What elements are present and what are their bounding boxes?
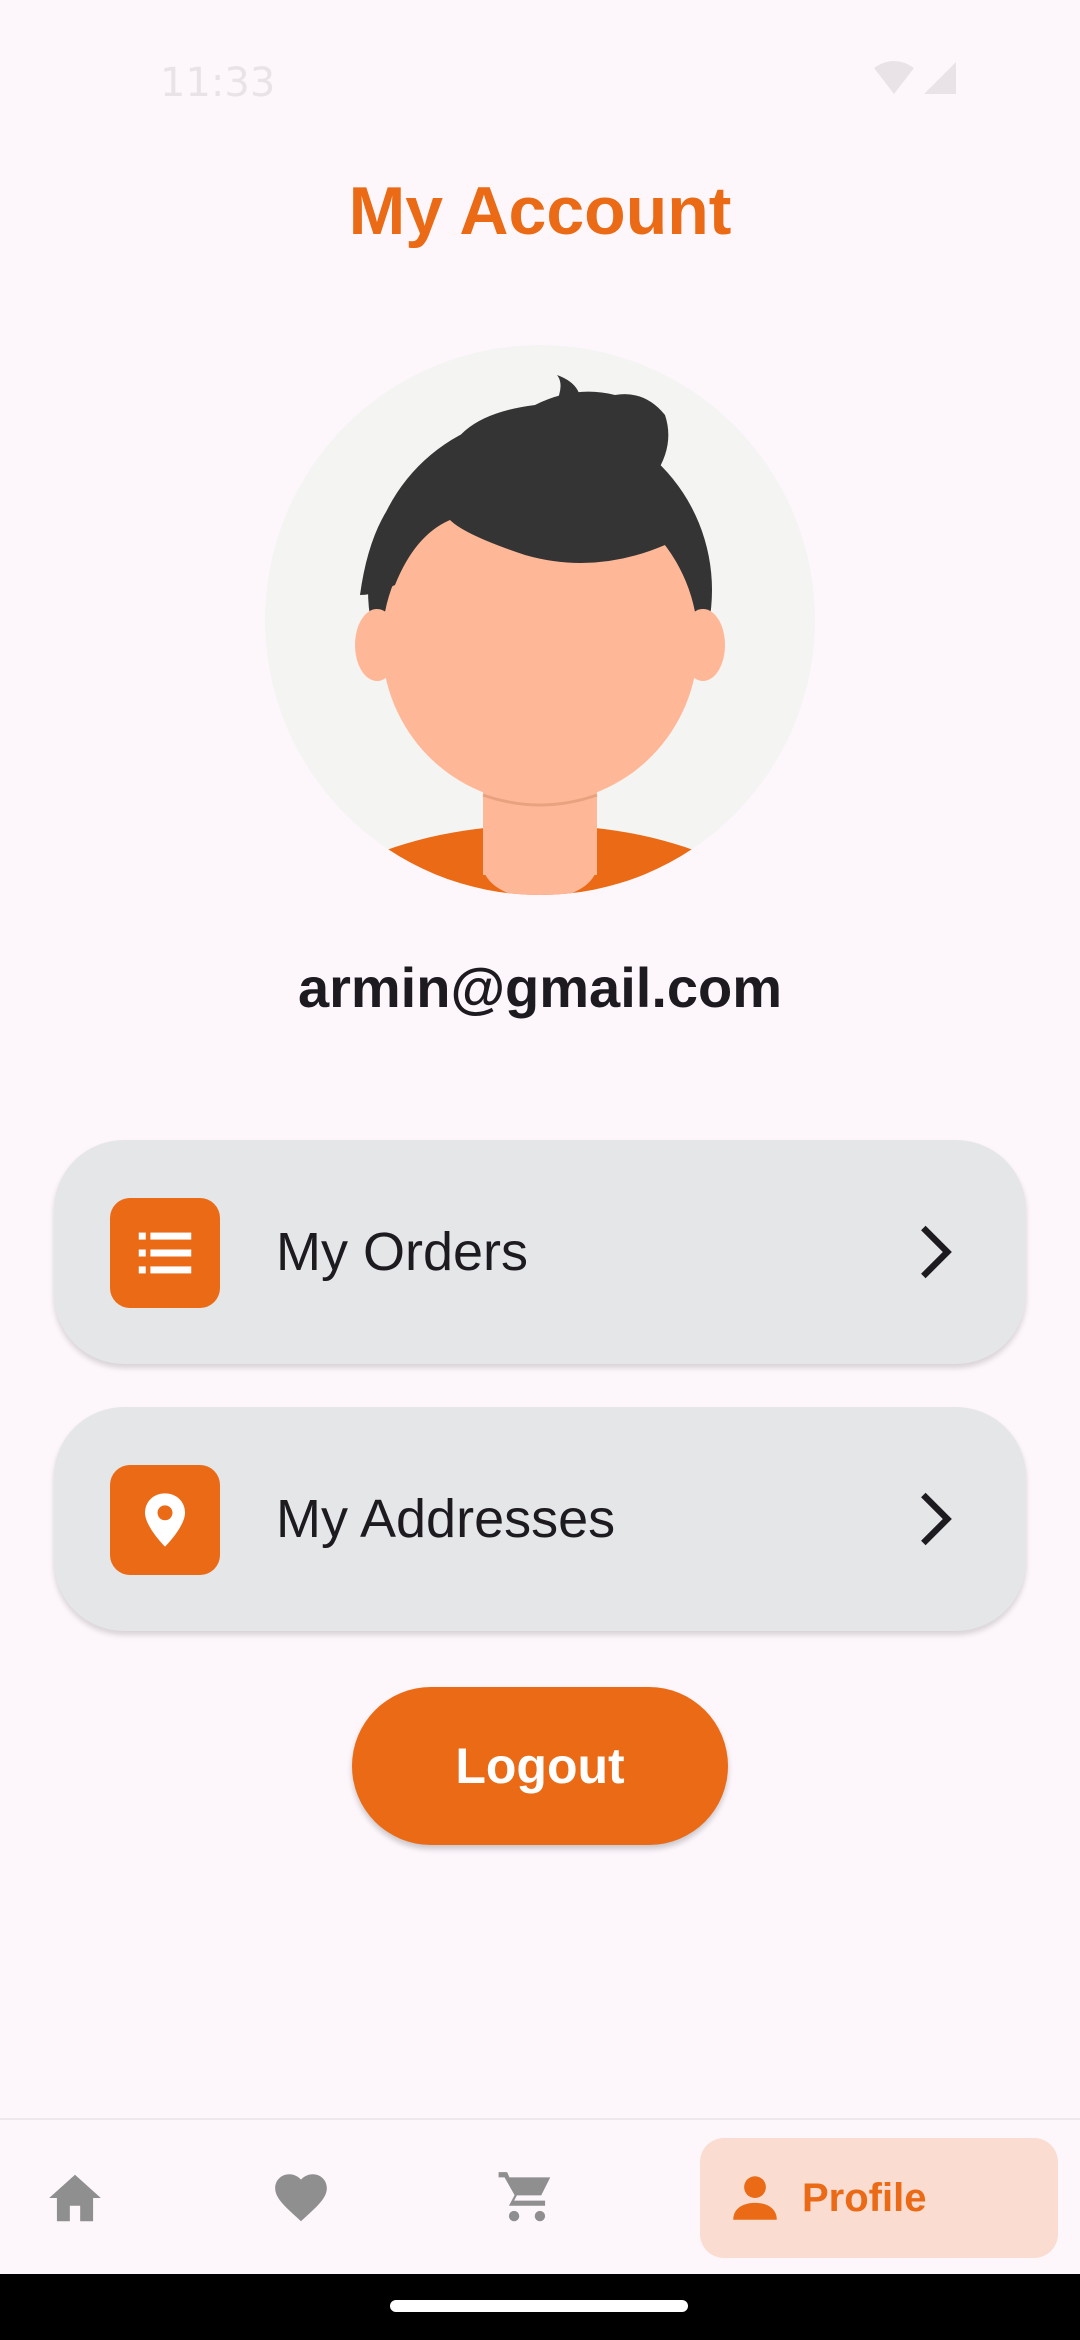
home-icon bbox=[49, 2174, 101, 2222]
nav-cart[interactable] bbox=[452, 2120, 602, 2276]
wifi-icon bbox=[874, 61, 956, 94]
nav-home[interactable] bbox=[0, 2120, 150, 2276]
gesture-handle[interactable] bbox=[390, 2300, 688, 2312]
nav-profile-label: Profile bbox=[802, 2175, 927, 2220]
my-addresses-button[interactable]: My Addresses bbox=[54, 1407, 1026, 1631]
menu-label-addresses: My Addresses bbox=[276, 1489, 616, 1549]
bottom-navigation: Profile bbox=[0, 2118, 1080, 2276]
nav-favorites[interactable] bbox=[226, 2120, 376, 2276]
person-icon bbox=[733, 2176, 777, 2220]
cart-icon bbox=[498, 2172, 551, 2222]
avatar[interactable] bbox=[265, 345, 815, 895]
avatar-illustration bbox=[309, 375, 771, 895]
my-orders-button[interactable]: My Orders bbox=[54, 1140, 1026, 1364]
menu-label-orders: My Orders bbox=[276, 1222, 529, 1282]
user-email: armin@gmail.com bbox=[297, 956, 783, 1019]
status-bar: 11:33 bbox=[0, 0, 1080, 160]
location-pin-icon bbox=[110, 1465, 220, 1575]
list-icon bbox=[110, 1198, 220, 1308]
logout-button[interactable]: Logout bbox=[352, 1687, 728, 1845]
signal-icon bbox=[924, 62, 956, 94]
page-title: My Account bbox=[348, 173, 732, 249]
status-time: 11:33 bbox=[160, 60, 276, 106]
chevron-right-icon bbox=[921, 1492, 952, 1546]
nav-profile[interactable]: Profile bbox=[700, 2138, 1058, 2258]
heart-icon bbox=[275, 2174, 327, 2222]
status-icons bbox=[874, 60, 964, 105]
chevron-right-icon bbox=[921, 1225, 952, 1279]
